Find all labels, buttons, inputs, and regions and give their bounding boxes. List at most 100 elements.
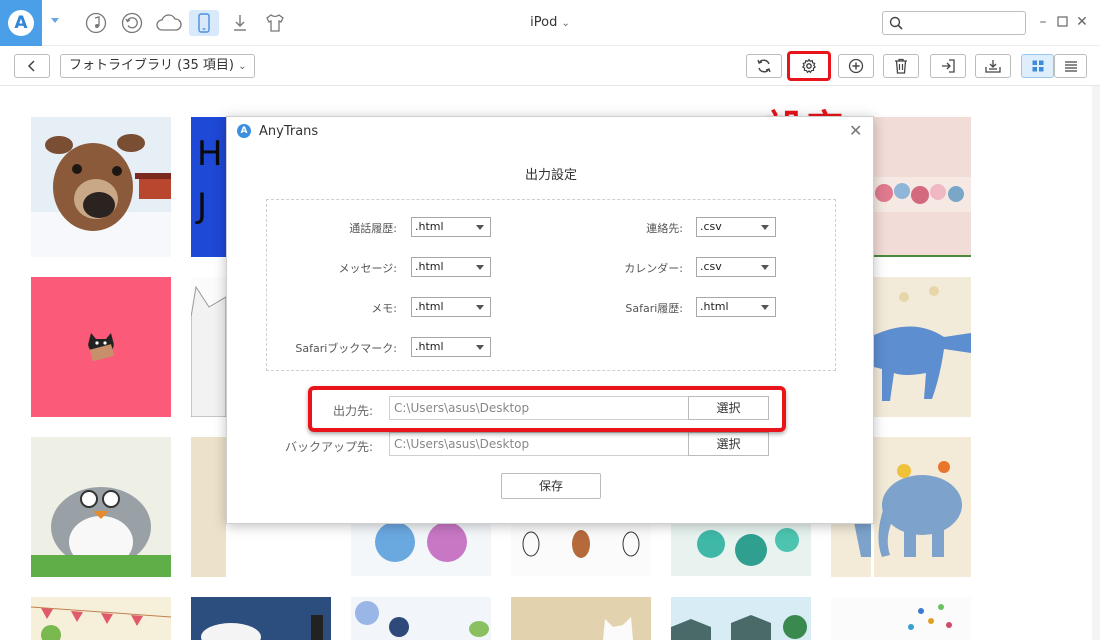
caret-down-icon bbox=[476, 225, 484, 230]
photo-white-cat-bottom bbox=[511, 597, 651, 640]
grid-icon bbox=[1032, 60, 1043, 72]
close-icon[interactable]: ✕ bbox=[1075, 14, 1089, 30]
backup-choose-button[interactable]: 選択 bbox=[688, 432, 769, 456]
history-icon[interactable] bbox=[120, 11, 144, 35]
search-input[interactable] bbox=[909, 14, 1019, 32]
photo-thumbnail[interactable] bbox=[351, 524, 491, 576]
photo-thumbnail[interactable] bbox=[671, 524, 811, 576]
cloud-icon[interactable] bbox=[155, 11, 183, 35]
photo-floral-hello bbox=[874, 117, 971, 257]
list-icon bbox=[1064, 61, 1077, 72]
backup-path-label: バックアップ先: bbox=[284, 440, 373, 454]
svg-text:J: J bbox=[195, 186, 207, 226]
device-icon[interactable] bbox=[189, 10, 219, 36]
logo-menu-caret-icon[interactable] bbox=[51, 18, 59, 23]
safari-history-format-value: .html bbox=[700, 300, 729, 313]
photo-thumbnail[interactable] bbox=[31, 437, 171, 577]
vertical-scrollbar[interactable] bbox=[1092, 86, 1100, 640]
export-to-pc-icon bbox=[985, 60, 1001, 73]
maximize-icon[interactable] bbox=[1055, 14, 1069, 30]
photo-thumbnail[interactable] bbox=[511, 524, 651, 576]
safari-bookmarks-label: Safariブックマーク: bbox=[295, 342, 397, 355]
save-button[interactable]: 保存 bbox=[501, 473, 601, 499]
photo-confetti bbox=[831, 597, 971, 640]
breadcrumb-label: フォトライブラリ (35 項目) bbox=[69, 58, 234, 73]
output-path-highlight bbox=[308, 386, 786, 432]
photo-bunting bbox=[31, 597, 171, 640]
caret-down-icon bbox=[761, 225, 769, 230]
photo-thumbnail[interactable] bbox=[511, 597, 651, 640]
top-bar: A iPod ⌄ – ✕ bbox=[0, 0, 1100, 46]
messages-format-select[interactable]: .html bbox=[411, 257, 491, 277]
grid-view-button[interactable] bbox=[1021, 54, 1054, 78]
photo-thumbnail[interactable] bbox=[191, 277, 226, 417]
anytrans-logo-icon: A bbox=[8, 10, 34, 36]
settings-button[interactable] bbox=[787, 51, 831, 81]
gear-icon bbox=[801, 58, 817, 74]
refresh-button[interactable] bbox=[746, 54, 782, 78]
photo-thumbnail[interactable] bbox=[191, 597, 331, 640]
photo-elephant bbox=[874, 437, 971, 577]
delete-button[interactable] bbox=[883, 54, 919, 78]
minimize-icon[interactable]: – bbox=[1036, 14, 1050, 30]
add-button[interactable] bbox=[838, 54, 874, 78]
photo-thumbnail[interactable] bbox=[351, 597, 491, 640]
notes-format-select[interactable]: .html bbox=[411, 297, 491, 317]
photo-thumbnail[interactable] bbox=[671, 597, 811, 640]
call-history-label: 通話履歴: bbox=[349, 222, 397, 235]
back-button[interactable] bbox=[14, 54, 50, 78]
photo-thumbnail[interactable] bbox=[874, 117, 971, 257]
photo-thumbnail[interactable] bbox=[31, 117, 171, 257]
toolbar: フォトライブラリ (35 項目) ⌄ bbox=[0, 46, 1100, 86]
contacts-label: 連絡先: bbox=[646, 222, 683, 235]
chevron-down-icon[interactable]: ⌄ bbox=[561, 18, 569, 29]
safari-history-format-select[interactable]: .html bbox=[696, 297, 776, 317]
output-settings-dialog: A AnyTrans ✕ 出力設定 通話履歴: .html メッセージ: .ht… bbox=[226, 116, 874, 524]
svg-text:H: H bbox=[197, 134, 223, 174]
photo-glass-balls bbox=[351, 524, 491, 576]
caret-down-icon bbox=[476, 265, 484, 270]
photo-bird-illustration bbox=[31, 437, 171, 577]
import-button[interactable] bbox=[930, 54, 966, 78]
photo-thumbnail[interactable] bbox=[31, 277, 171, 417]
caret-down-icon bbox=[761, 265, 769, 270]
messages-label: メッセージ: bbox=[338, 262, 398, 275]
photo-night-scene bbox=[191, 597, 331, 640]
messages-format-value: .html bbox=[415, 260, 444, 273]
search-box[interactable] bbox=[882, 11, 1026, 35]
calendar-format-value: .csv bbox=[700, 260, 722, 273]
photo-girl-flowers bbox=[351, 597, 491, 640]
format-settings-panel: 通話履歴: .html メッセージ: .html メモ: .html Safar… bbox=[266, 199, 836, 371]
trash-icon bbox=[895, 58, 907, 74]
download-icon[interactable] bbox=[228, 11, 252, 35]
photo-thumbnail[interactable] bbox=[874, 277, 971, 417]
photo-thumbnail[interactable] bbox=[31, 597, 171, 640]
photo-thumbnail[interactable] bbox=[191, 437, 226, 577]
breadcrumb[interactable]: フォトライブラリ (35 項目) ⌄ bbox=[60, 54, 256, 78]
export-button[interactable] bbox=[975, 54, 1011, 78]
call-history-format-value: .html bbox=[415, 220, 444, 233]
contacts-format-select[interactable]: .csv bbox=[696, 217, 776, 237]
dialog-title: AnyTrans bbox=[259, 124, 319, 139]
search-icon bbox=[889, 16, 903, 30]
photo-cat-doodles bbox=[511, 524, 651, 576]
safari-history-label: Safari履歴: bbox=[625, 302, 683, 315]
calendar-format-select[interactable]: .csv bbox=[696, 257, 776, 277]
import-icon bbox=[942, 59, 955, 73]
notes-format-value: .html bbox=[415, 300, 444, 313]
safari-bookmarks-format-select[interactable]: .html bbox=[411, 337, 491, 357]
call-history-format-select[interactable]: .html bbox=[411, 217, 491, 237]
list-view-button[interactable] bbox=[1054, 54, 1087, 78]
photo-thumbnail[interactable] bbox=[874, 437, 971, 577]
photo-thumbnail[interactable]: HJ bbox=[191, 117, 226, 257]
tshirt-icon[interactable] bbox=[263, 11, 287, 35]
add-icon bbox=[848, 58, 864, 74]
calendar-label: カレンダー: bbox=[624, 262, 683, 275]
device-title[interactable]: iPod bbox=[530, 15, 557, 30]
music-icon[interactable] bbox=[84, 11, 108, 35]
caret-down-icon bbox=[761, 305, 769, 310]
contacts-format-value: .csv bbox=[700, 220, 722, 233]
photo-thumbnail[interactable] bbox=[831, 597, 971, 640]
app-logo[interactable]: A bbox=[0, 0, 42, 46]
close-icon[interactable]: ✕ bbox=[849, 121, 862, 140]
